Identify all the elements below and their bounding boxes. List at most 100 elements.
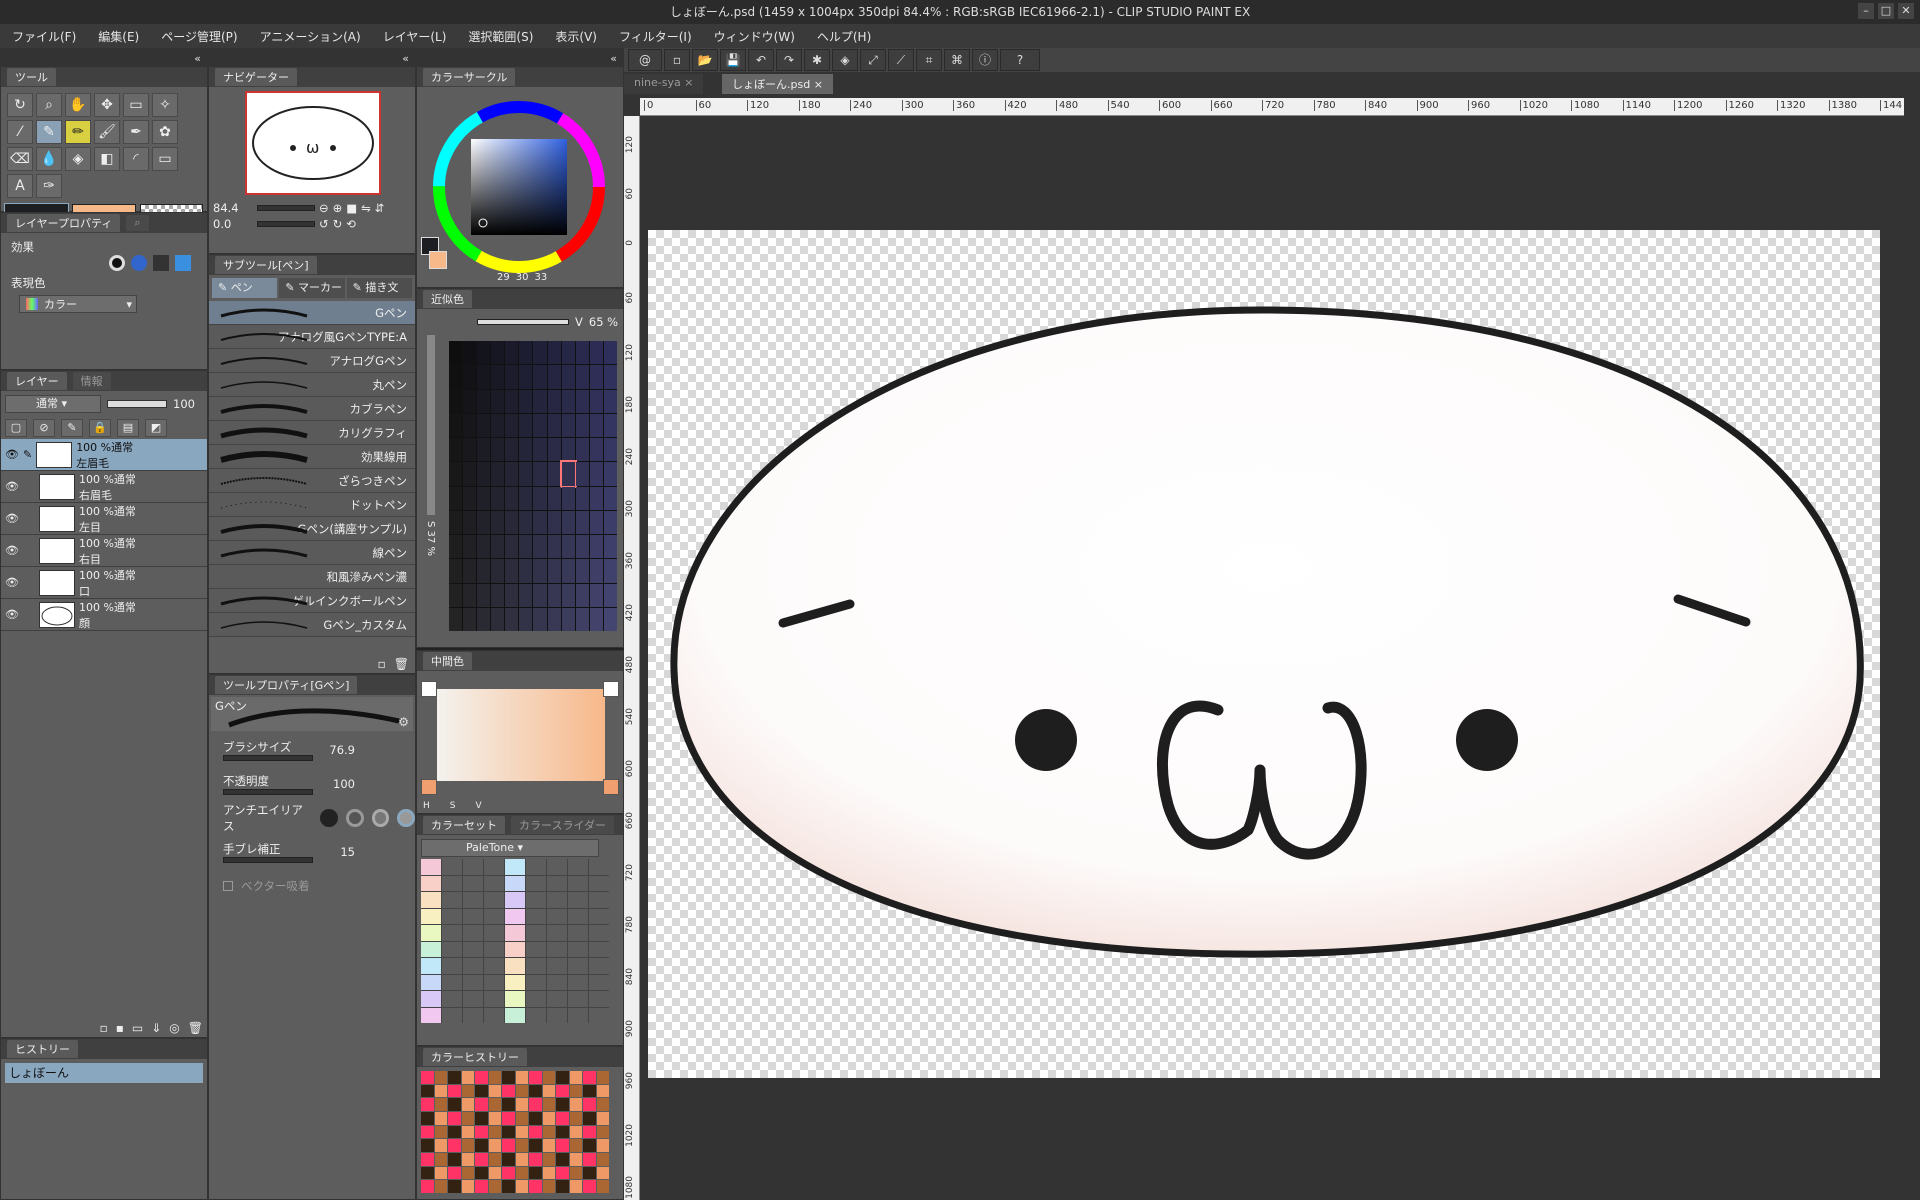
- color-history-cell[interactable]: [529, 1180, 542, 1193]
- color-set-cell[interactable]: [547, 991, 567, 1007]
- color-history-cell[interactable]: [515, 1071, 528, 1084]
- approx-color-cell[interactable]: [589, 389, 603, 413]
- rotate-right-icon[interactable]: ↻: [333, 217, 343, 231]
- color-history-cell[interactable]: [488, 1139, 501, 1152]
- color-history-cell[interactable]: [583, 1071, 596, 1084]
- color-history-cell[interactable]: [461, 1125, 474, 1139]
- color-set-cell[interactable]: [526, 941, 546, 957]
- color-set-cell[interactable]: [568, 974, 588, 990]
- approx-color-cell[interactable]: [589, 365, 603, 389]
- stabilize-value[interactable]: 15: [321, 845, 355, 859]
- color-set-cell[interactable]: [547, 908, 567, 924]
- approx-color-cell[interactable]: [463, 462, 477, 486]
- menu-help[interactable]: ヘルプ(H): [817, 28, 871, 45]
- color-history-cell[interactable]: [461, 1098, 474, 1111]
- color-history-cell[interactable]: [583, 1152, 596, 1166]
- color-history-cell[interactable]: [583, 1098, 596, 1111]
- color-set-cell[interactable]: [421, 991, 441, 1007]
- tab-sub-tool[interactable]: サブツール[ペン]: [215, 256, 317, 274]
- color-history-cell[interactable]: [434, 1084, 447, 1098]
- color-history-cell[interactable]: [434, 1098, 447, 1111]
- color-history-cell[interactable]: [502, 1084, 515, 1098]
- mid-corner-tr[interactable]: [603, 681, 619, 697]
- approx-color-cell[interactable]: [519, 607, 533, 631]
- new-vector-layer-icon[interactable]: ▪: [116, 1021, 124, 1035]
- draft-icon[interactable]: ✎: [61, 419, 83, 437]
- color-history-cell[interactable]: [434, 1071, 447, 1084]
- tab-tool-property[interactable]: ツールプロパティ[Gペン]: [215, 676, 358, 694]
- color-history-cell[interactable]: [529, 1152, 542, 1166]
- open-file-icon[interactable]: 📂: [692, 49, 718, 71]
- color-set-cell[interactable]: [442, 941, 462, 957]
- color-set-cell[interactable]: [547, 1007, 567, 1023]
- color-history-cell[interactable]: [596, 1166, 609, 1180]
- approx-color-cell[interactable]: [463, 583, 477, 607]
- brush-item[interactable]: 効果線用: [209, 445, 415, 469]
- color-history-cell[interactable]: [515, 1098, 528, 1111]
- approx-color-cell[interactable]: [463, 559, 477, 583]
- approx-color-cell[interactable]: [533, 389, 547, 413]
- blend-mode-select[interactable]: 通常 ▾: [5, 395, 101, 413]
- color-set-cell[interactable]: [484, 892, 504, 908]
- color-set-cell[interactable]: [421, 925, 441, 941]
- new-raster-layer-icon[interactable]: ▫: [100, 1021, 108, 1035]
- approx-color-cell[interactable]: [463, 438, 477, 462]
- color-set-cell[interactable]: [589, 958, 609, 974]
- color-history-cell[interactable]: [556, 1084, 569, 1098]
- approx-color-cell[interactable]: [477, 559, 491, 583]
- color-set-cell[interactable]: [463, 859, 483, 875]
- color-set-cell[interactable]: [442, 1007, 462, 1023]
- approx-color-cell[interactable]: [575, 462, 589, 486]
- approx-color-cell[interactable]: [477, 583, 491, 607]
- color-history-cell[interactable]: [583, 1166, 596, 1180]
- color-set-cell[interactable]: [589, 1007, 609, 1023]
- color-history-cell[interactable]: [569, 1125, 582, 1139]
- close-icon[interactable]: ✕: [1898, 3, 1914, 19]
- approx-color-cell[interactable]: [519, 341, 533, 365]
- layer-row[interactable]: 👁 ✎ 100 %通常 左眉毛: [1, 439, 207, 471]
- approx-color-cell[interactable]: [547, 438, 561, 462]
- approx-color-cell[interactable]: [603, 510, 617, 534]
- color-history-cell[interactable]: [569, 1152, 582, 1166]
- color-history-cell[interactable]: [583, 1125, 596, 1139]
- color-set-cell[interactable]: [526, 875, 546, 891]
- approx-color-cell[interactable]: [449, 389, 463, 413]
- approx-color-cell[interactable]: [477, 365, 491, 389]
- approx-color-cell[interactable]: [589, 486, 603, 510]
- approx-color-cell[interactable]: [547, 413, 561, 437]
- color-history-cell[interactable]: [488, 1084, 501, 1098]
- color-history-cell[interactable]: [542, 1071, 555, 1084]
- color-history-cell[interactable]: [448, 1166, 461, 1180]
- approx-color-cell[interactable]: [491, 559, 505, 583]
- brush-item[interactable]: 和風滲みペン濃: [209, 565, 415, 589]
- color-history-cell[interactable]: [542, 1139, 555, 1152]
- s-slider[interactable]: [427, 335, 435, 515]
- pencil-icon[interactable]: ✏: [65, 120, 91, 144]
- approx-color-cell[interactable]: [463, 486, 477, 510]
- tab-history[interactable]: ヒストリー: [7, 1040, 78, 1058]
- approx-color-cell[interactable]: [603, 462, 617, 486]
- approx-color-cell[interactable]: [449, 486, 463, 510]
- display-color-select[interactable]: カラー ▾: [19, 295, 137, 313]
- approx-color-cell[interactable]: [477, 486, 491, 510]
- eye-icon[interactable]: 👁: [5, 448, 19, 461]
- mini-sub-swatch[interactable]: [429, 251, 447, 269]
- clear-icon[interactable]: ✱: [804, 49, 830, 71]
- color-history-cell[interactable]: [488, 1166, 501, 1180]
- color-set-cell[interactable]: [442, 908, 462, 924]
- approx-color-cell[interactable]: [575, 559, 589, 583]
- color-history-cell[interactable]: [569, 1084, 582, 1098]
- color-history-cell[interactable]: [596, 1111, 609, 1125]
- color-set-cell[interactable]: [421, 1007, 441, 1023]
- color-set-cell[interactable]: [484, 941, 504, 957]
- color-history-cell[interactable]: [529, 1139, 542, 1152]
- close-tab-icon[interactable]: ×: [814, 78, 823, 91]
- color-history-cell[interactable]: [475, 1139, 488, 1152]
- color-history-cell[interactable]: [448, 1111, 461, 1125]
- tab-layer-property[interactable]: レイヤープロパティ: [7, 214, 121, 232]
- color-history-cell[interactable]: [488, 1125, 501, 1139]
- approx-color-cell[interactable]: [519, 510, 533, 534]
- color-set-cell[interactable]: [463, 941, 483, 957]
- color-set-cell[interactable]: [442, 892, 462, 908]
- tab-color-set[interactable]: カラーセット: [423, 816, 505, 834]
